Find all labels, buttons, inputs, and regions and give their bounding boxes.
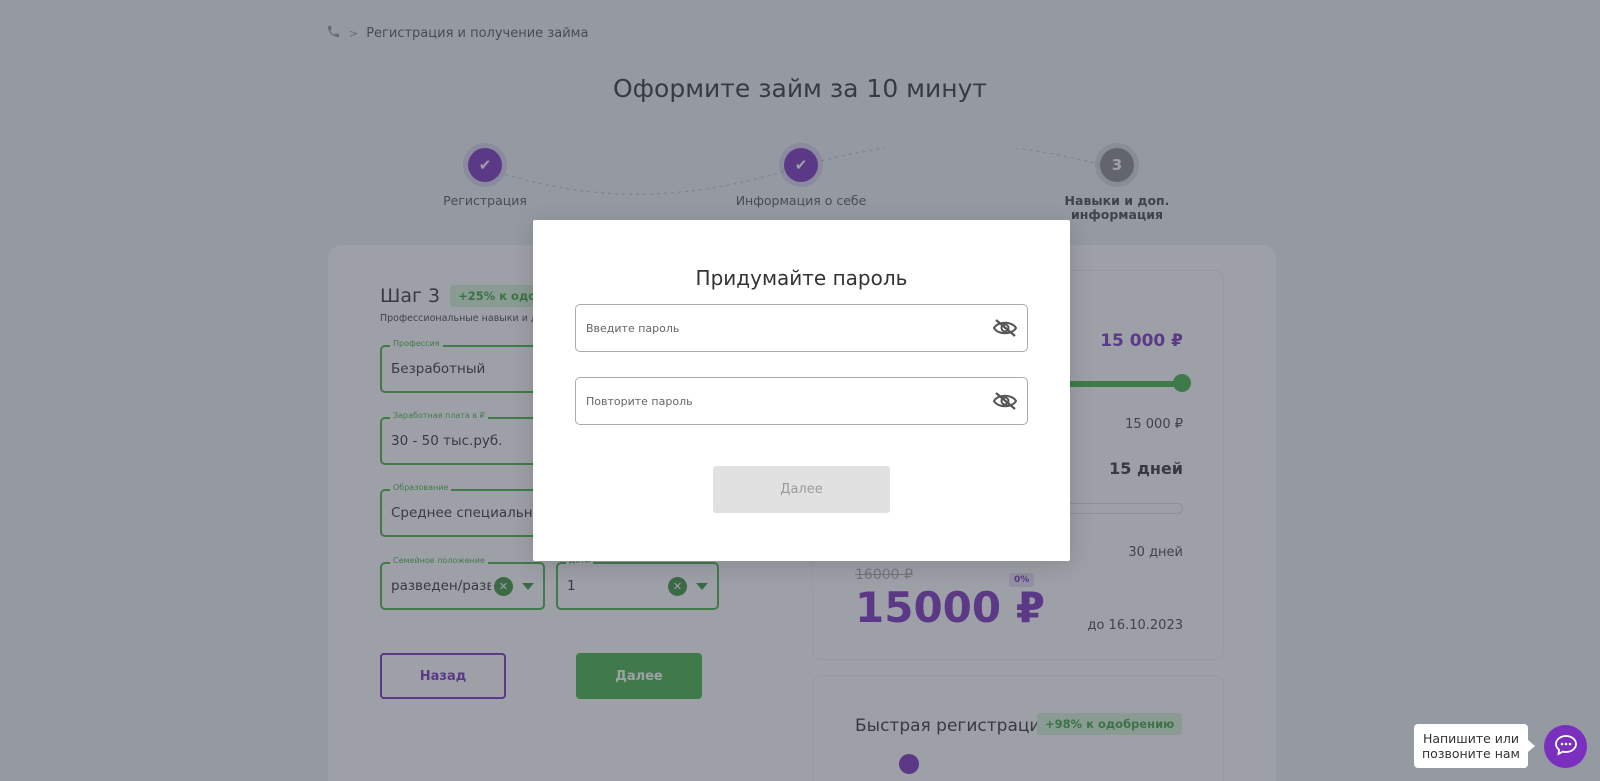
chat-tooltip-line: позвоните нам <box>1422 746 1520 761</box>
repeat-password-field <box>575 377 1028 425</box>
eye-off-icon[interactable] <box>991 389 1019 413</box>
chat-icon <box>1554 734 1578 759</box>
modal-title: Придумайте пароль <box>695 266 908 290</box>
password-modal: Придумайте пароль Далее <box>533 220 1070 561</box>
chat-tooltip: Напишите или позвоните нам <box>1414 724 1535 768</box>
eye-off-icon[interactable] <box>991 316 1019 340</box>
password-field <box>575 304 1028 352</box>
chat-button[interactable] <box>1544 725 1587 768</box>
modal-next-button[interactable]: Далее <box>713 466 890 513</box>
chat-tooltip-line: Напишите или <box>1422 731 1520 746</box>
repeat-password-input[interactable] <box>586 394 991 408</box>
password-input[interactable] <box>586 321 991 335</box>
